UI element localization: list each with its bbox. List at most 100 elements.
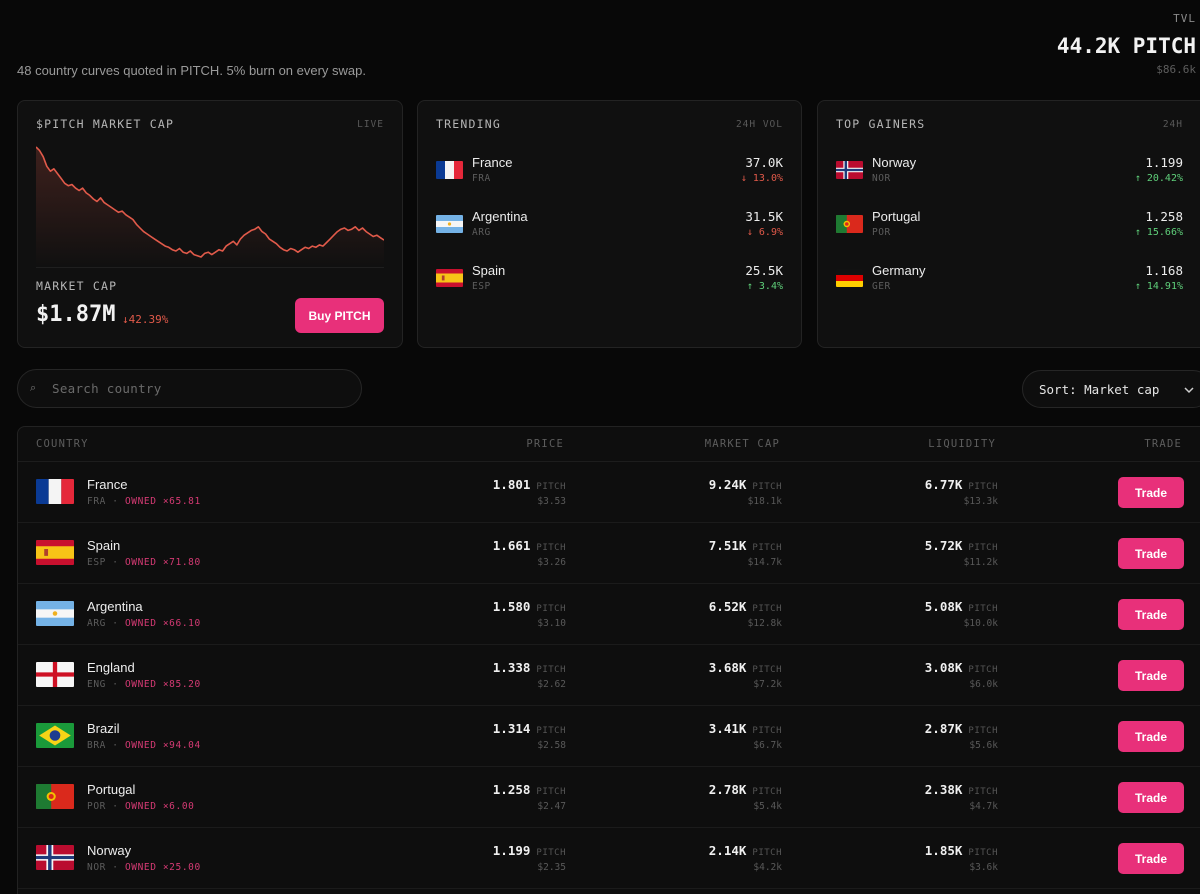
market-cap-value: 2.78K PITCH: [709, 782, 782, 797]
country-meta: ARG · OWNED ×66.10: [87, 618, 201, 629]
table-row[interactable]: Argentina ARG · OWNED ×66.10 1.580 PITCH $3.…: [18, 584, 1200, 645]
table-row[interactable]: Spain ESP · OWNED ×71.80 1.661 PITCH $3.26 7.…: [18, 523, 1200, 584]
france-flag-icon: [436, 161, 463, 179]
trending-item[interactable]: France FRA 37.0K ↓ 13.0%: [436, 153, 783, 187]
trade-button[interactable]: Trade: [1118, 721, 1184, 752]
sort-label: Sort: Market cap: [1039, 382, 1160, 397]
stat-change: ↑ 20.42%: [1134, 173, 1183, 184]
column-header-country[interactable]: COUNTRY: [36, 438, 89, 450]
portugal-flag-icon: [836, 215, 863, 233]
country-code: ESP: [87, 557, 106, 568]
country-meta: ENG · OWNED ×85.20: [87, 679, 201, 690]
search-box[interactable]: ⌕: [17, 369, 362, 408]
trade-button[interactable]: Trade: [1118, 843, 1184, 874]
market-cap-value: 7.51K PITCH: [709, 538, 782, 553]
liquidity-amount: 5.08K: [924, 599, 963, 614]
country-meta: ESP · OWNED ×71.80: [87, 557, 201, 568]
country-code: ARG: [472, 227, 491, 238]
france-flag-icon: [36, 479, 74, 504]
liquidity-amount: 1.85K: [924, 843, 963, 858]
price-usd: $2.62: [537, 679, 566, 690]
table-row[interactable]: Norway NOR · OWNED ×25.00 1.199 PITCH $2.35 2…: [18, 828, 1200, 889]
spain-flag-icon: [36, 540, 74, 565]
trade-button[interactable]: Trade: [1118, 782, 1184, 813]
owned-badge: OWNED ×85.20: [124, 679, 201, 690]
country-name: England: [87, 660, 135, 675]
market-cap-usd: $14.7k: [747, 557, 782, 568]
trending-item[interactable]: Spain ESP 25.5K ↑ 3.4%: [436, 261, 783, 295]
trade-button[interactable]: Trade: [1118, 660, 1184, 691]
country-code: BRA: [87, 740, 106, 751]
price-unit: PITCH: [536, 665, 566, 675]
search-icon: ⌕: [30, 382, 37, 394]
liquidity-usd: $6.0k: [969, 679, 998, 690]
market-cap-unit: PITCH: [752, 848, 782, 858]
stat-value: 25.5K: [745, 263, 783, 278]
column-header-price[interactable]: PRICE: [526, 438, 564, 450]
price-value: 1.661 PITCH: [493, 538, 566, 553]
price-usd: $3.10: [537, 618, 566, 629]
market-cap-amount: 2.14K: [708, 843, 747, 858]
top-gainer-item[interactable]: Norway NOR 1.199 ↑ 20.42%: [836, 153, 1183, 187]
liquidity-amount: 6.77K: [924, 477, 963, 492]
country-name: Portugal: [87, 782, 136, 797]
market-cap-amount: 6.52K: [708, 599, 747, 614]
search-input[interactable]: [52, 370, 352, 407]
stat-change: ↑ 14.91%: [1134, 281, 1183, 292]
liquidity-unit: PITCH: [968, 604, 998, 614]
stat-value: 1.258: [1145, 209, 1183, 224]
liquidity-amount: 5.72K: [924, 538, 963, 553]
price-unit: PITCH: [536, 726, 566, 736]
liquidity-value: 1.85K PITCH: [925, 843, 998, 858]
country-code: ARG: [87, 618, 106, 629]
price-amount: 1.338: [492, 660, 531, 675]
sort-dropdown[interactable]: Sort: Market cap: [1022, 370, 1200, 408]
buy-pitch-button[interactable]: Buy PITCH: [295, 298, 384, 333]
tvl-usd: $86.6k: [1156, 63, 1196, 76]
price-value: 1.199 PITCH: [493, 843, 566, 858]
table-row[interactable]: Portugal POR · OWNED ×6.00 1.258 PITCH $2.47…: [18, 767, 1200, 828]
column-header-trade: TRADE: [1144, 438, 1182, 450]
table-row[interactable]: England ENG · OWNED ×85.20 1.338 PITCH $2.62…: [18, 645, 1200, 706]
chevron-down-icon: [1184, 387, 1194, 394]
trade-button[interactable]: Trade: [1118, 538, 1184, 569]
market-cap-chart: [36, 146, 384, 267]
liquidity-usd: $3.6k: [969, 862, 998, 873]
column-header-liquidity[interactable]: LIQUIDITY: [928, 438, 996, 450]
table-row[interactable]: France FRA · OWNED ×65.81 1.801 PITCH $3.53 9…: [18, 462, 1200, 523]
market-cap-unit: PITCH: [752, 543, 782, 553]
top-gainer-item[interactable]: Portugal POR 1.258 ↑ 15.66%: [836, 207, 1183, 241]
country-code: FRA: [472, 173, 491, 184]
country-code: POR: [87, 801, 106, 812]
market-cap-change: ↓42.39%: [122, 313, 169, 326]
country-name: Spain: [87, 538, 121, 553]
price-amount: 1.314: [492, 721, 531, 736]
norway-flag-icon: [836, 161, 863, 179]
stat-change: ↓ 13.0%: [740, 173, 783, 184]
liquidity-usd: $13.3k: [963, 496, 998, 507]
country-meta: POR · OWNED ×6.00: [87, 801, 194, 812]
tvl-label: TVL: [1173, 12, 1196, 25]
price-unit: PITCH: [536, 482, 566, 492]
liquidity-value: 3.08K PITCH: [925, 660, 998, 675]
top-gainer-item[interactable]: Germany GER 1.168 ↑ 14.91%: [836, 261, 1183, 295]
trade-button[interactable]: Trade: [1118, 477, 1184, 508]
live-badge: LIVE: [357, 118, 384, 130]
price-value: 1.258 PITCH: [493, 782, 566, 797]
price-usd: $2.58: [537, 740, 566, 751]
liquidity-value: 6.77K PITCH: [925, 477, 998, 492]
liquidity-usd: $4.7k: [969, 801, 998, 812]
country-table: COUNTRY PRICE MARKET CAP LIQUIDITY TRADE…: [17, 426, 1200, 894]
trade-button[interactable]: Trade: [1118, 599, 1184, 630]
liquidity-amount: 3.08K: [924, 660, 963, 675]
table-row[interactable]: Brazil BRA · OWNED ×94.04 1.314 PITCH $2.58 3…: [18, 706, 1200, 767]
column-header-market-cap[interactable]: MARKET CAP: [705, 438, 780, 450]
country-name: Norway: [87, 843, 132, 858]
country-code: FRA: [87, 496, 106, 507]
trending-item[interactable]: Argentina ARG 31.5K ↓ 6.9%: [436, 207, 783, 241]
price-unit: PITCH: [536, 543, 566, 553]
liquidity-value: 5.08K PITCH: [925, 599, 998, 614]
germany-flag-icon: [836, 269, 863, 287]
country-name: Argentina: [87, 599, 143, 614]
liquidity-usd: $5.6k: [969, 740, 998, 751]
